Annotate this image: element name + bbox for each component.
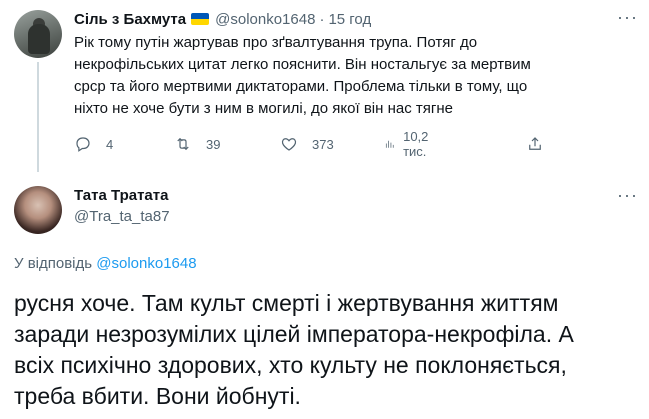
views-bar-chart-icon bbox=[385, 140, 394, 148]
reply-button[interactable]: 4 bbox=[74, 135, 113, 153]
tweet-text: Рік тому путін жартував про зґвалтування… bbox=[74, 34, 531, 117]
more-options-icon[interactable]: ··· bbox=[617, 8, 637, 30]
reply-count: 4 bbox=[106, 136, 114, 152]
author-avatar[interactable] bbox=[14, 10, 62, 58]
separator-dot: · bbox=[319, 10, 325, 28]
share-icon bbox=[529, 137, 541, 150]
ukraine-flag-icon bbox=[191, 13, 210, 25]
replying-mention-link[interactable]: @solonko1648 bbox=[96, 255, 196, 272]
tweet-time[interactable]: 15 год bbox=[328, 11, 371, 28]
avatar-figure-body bbox=[28, 24, 50, 54]
like-count: 373 bbox=[312, 136, 334, 152]
heart-icon bbox=[281, 138, 297, 151]
reply-author-avatar[interactable] bbox=[14, 186, 62, 234]
author-handle[interactable]: @solonko1648 bbox=[215, 11, 315, 28]
retweet-button[interactable]: 39 bbox=[174, 135, 220, 153]
reply-author-name[interactable]: Тата Тратата bbox=[74, 187, 168, 204]
replying-to: У відповідь @solonko1648 bbox=[14, 255, 197, 272]
reply-more-options-icon[interactable]: ··· bbox=[617, 186, 637, 208]
tweet-header: Сіль з Бахмута @solonko1648 · 15 год bbox=[74, 9, 371, 29]
views-button[interactable]: 10,2 тис. bbox=[384, 129, 435, 159]
like-button[interactable]: 373 bbox=[280, 135, 334, 153]
retweet-icon bbox=[177, 137, 189, 151]
reply-tweet-text: русня хоче. Там культ смерті і жертвуван… bbox=[14, 290, 574, 409]
replying-prefix: У відповідь bbox=[14, 255, 93, 272]
reply-author-handle[interactable]: @Tra_ta_ta87 bbox=[74, 208, 170, 225]
retweet-count: 39 bbox=[206, 136, 221, 152]
views-count: 10,2 тис. bbox=[403, 129, 429, 159]
share-button[interactable] bbox=[526, 135, 544, 153]
author-name[interactable]: Сіль з Бахмута bbox=[74, 11, 186, 28]
reply-icon bbox=[76, 137, 90, 152]
thread-connector-line bbox=[37, 62, 39, 172]
